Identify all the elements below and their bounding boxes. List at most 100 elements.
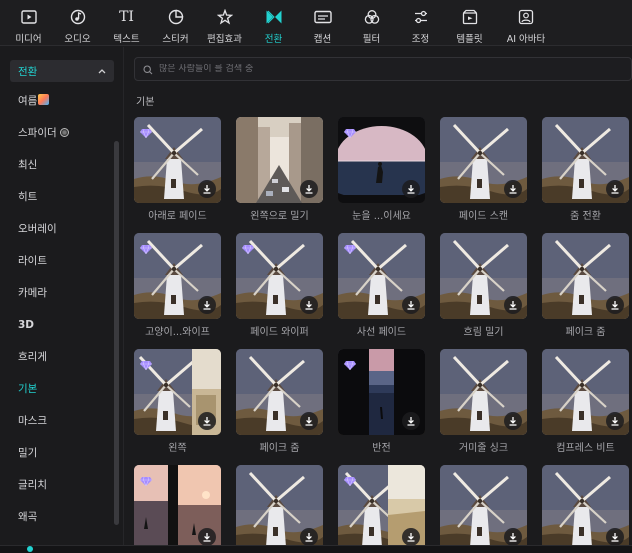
download-icon[interactable] — [300, 296, 318, 314]
transition-thumbnail[interactable] — [440, 233, 527, 319]
download-icon[interactable] — [504, 528, 522, 545]
transition-card[interactable] — [542, 465, 629, 545]
toolbar-adjust-button[interactable]: 조정 — [396, 0, 445, 46]
transition-thumbnail[interactable] — [542, 117, 629, 203]
transition-card[interactable]: 거미줄 싱크 — [440, 349, 527, 454]
transition-card[interactable]: 페이크 줌 — [542, 233, 629, 338]
sidebar-item-2[interactable]: 최신 — [0, 149, 112, 181]
download-icon[interactable] — [606, 528, 624, 545]
transition-card[interactable]: 줌 전환 — [542, 117, 629, 222]
toolbar-effects-button[interactable]: 편집효과 — [200, 0, 249, 46]
transition-thumbnail[interactable] — [236, 233, 323, 319]
toolbar-audio-button[interactable]: 오디오 — [53, 0, 102, 46]
sidebar-item-label: 히트 — [18, 191, 38, 203]
transition-thumbnail[interactable] — [134, 465, 221, 545]
sidebar-item-8[interactable]: 흐리게 — [0, 341, 112, 373]
ai-avatar-icon — [517, 8, 535, 26]
transition-card[interactable]: 페이드 스캔 — [440, 117, 527, 222]
sidebar-item-11[interactable]: 밀기 — [0, 437, 112, 469]
transition-thumbnail[interactable] — [542, 465, 629, 545]
transition-thumbnail[interactable] — [440, 117, 527, 203]
transition-thumbnail[interactable] — [338, 233, 425, 319]
transition-card[interactable]: 흐림 밀기 — [440, 233, 527, 338]
sidebar-scrollbar[interactable] — [114, 141, 119, 525]
transition-thumbnail[interactable] — [134, 233, 221, 319]
download-icon[interactable] — [402, 412, 420, 430]
playhead-marker[interactable] — [27, 546, 33, 552]
toolbar-caption-button[interactable]: 캡션 — [298, 0, 347, 46]
transition-card[interactable]: 반전 — [338, 349, 425, 454]
download-icon[interactable] — [198, 528, 216, 545]
download-icon[interactable] — [300, 528, 318, 545]
toolbar-sticker-button[interactable]: 스티커 — [151, 0, 200, 46]
toolbar-transition-button[interactable]: 전환 — [249, 0, 298, 46]
transition-thumbnail[interactable] — [440, 349, 527, 435]
download-icon[interactable] — [402, 296, 420, 314]
sidebar-item-13[interactable]: 왜곡 — [0, 501, 112, 533]
transition-thumbnail[interactable] — [338, 465, 425, 545]
sidebar-item-4[interactable]: 오버레이 — [0, 213, 112, 245]
transition-thumbnail[interactable] — [134, 117, 221, 203]
download-icon[interactable] — [198, 296, 216, 314]
sidebar-item-6[interactable]: 카메라 — [0, 277, 112, 309]
category-header-transitions[interactable]: 전환 — [10, 60, 114, 82]
transition-card[interactable]: 눈을 ...이세요 — [338, 117, 425, 222]
transition-card[interactable] — [134, 465, 221, 545]
transition-card[interactable] — [236, 465, 323, 545]
transition-card[interactable]: 사선 페이드 — [338, 233, 425, 338]
sidebar-item-5[interactable]: 라이트 — [0, 245, 112, 277]
transition-thumbnail[interactable] — [236, 349, 323, 435]
transition-card[interactable]: 아래로 페이드 — [134, 117, 221, 222]
download-icon[interactable] — [504, 296, 522, 314]
premium-gem-icon — [242, 239, 254, 255]
download-icon[interactable] — [606, 296, 624, 314]
transition-card[interactable] — [338, 465, 425, 545]
sidebar-item-7[interactable]: 3D — [0, 309, 112, 341]
transition-card[interactable]: 페이크 줌 — [236, 349, 323, 454]
download-icon[interactable] — [300, 412, 318, 430]
download-icon[interactable] — [300, 180, 318, 198]
transition-icon — [265, 8, 283, 26]
sidebar-item-label: 최신 — [18, 159, 38, 171]
transition-card[interactable] — [440, 465, 527, 545]
sidebar-item-10[interactable]: 마스크 — [0, 405, 112, 437]
download-icon[interactable] — [606, 412, 624, 430]
transition-thumbnail[interactable] — [338, 117, 425, 203]
toolbar-label: 조정 — [411, 34, 430, 45]
download-icon[interactable] — [504, 412, 522, 430]
download-icon[interactable] — [504, 180, 522, 198]
sidebar-item-1[interactable]: 스파이더 — [0, 117, 112, 149]
search-bar[interactable] — [134, 57, 632, 81]
transition-thumbnail[interactable] — [134, 349, 221, 435]
sidebar-item-9[interactable]: 기본 — [0, 373, 112, 405]
toolbar-filter-button[interactable]: 필터 — [347, 0, 396, 46]
transition-thumbnail[interactable] — [236, 465, 323, 545]
transition-thumbnail[interactable] — [338, 349, 425, 435]
transition-card[interactable]: 컴프레스 비트 — [542, 349, 629, 454]
toolbar-ai-avatar-button[interactable]: AI 아바타 — [494, 0, 558, 46]
toolbar-template-button[interactable]: 템플릿 — [445, 0, 494, 46]
transition-thumbnail[interactable] — [542, 233, 629, 319]
transition-card[interactable]: 왼쪽으로 밀기 — [236, 117, 323, 222]
transition-card[interactable]: 왼쪽 — [134, 349, 221, 454]
download-icon[interactable] — [402, 180, 420, 198]
transition-thumbnail[interactable] — [236, 117, 323, 203]
toolbar-media-button[interactable]: 미디어 — [4, 0, 53, 46]
sidebar-item-12[interactable]: 글리치 — [0, 469, 112, 501]
download-icon[interactable] — [198, 180, 216, 198]
toolbar-label: 캡션 — [313, 34, 332, 45]
transition-card[interactable]: 고양이...와이프 — [134, 233, 221, 338]
search-input[interactable] — [159, 64, 579, 74]
transition-thumbnail[interactable] — [542, 349, 629, 435]
download-icon[interactable] — [198, 412, 216, 430]
sidebar-item-3[interactable]: 히트 — [0, 181, 112, 213]
filter-icon — [363, 8, 381, 26]
toolbar-text-button[interactable]: TI 텍스트 — [102, 0, 151, 46]
sidebar-item-label: 글리치 — [18, 479, 47, 491]
download-icon[interactable] — [402, 528, 420, 545]
transition-card[interactable]: 페이드 와이퍼 — [236, 233, 323, 338]
premium-gem-icon — [344, 123, 356, 139]
transition-thumbnail[interactable] — [440, 465, 527, 545]
sidebar-item-0[interactable]: 여름 — [0, 85, 112, 117]
download-icon[interactable] — [606, 180, 624, 198]
